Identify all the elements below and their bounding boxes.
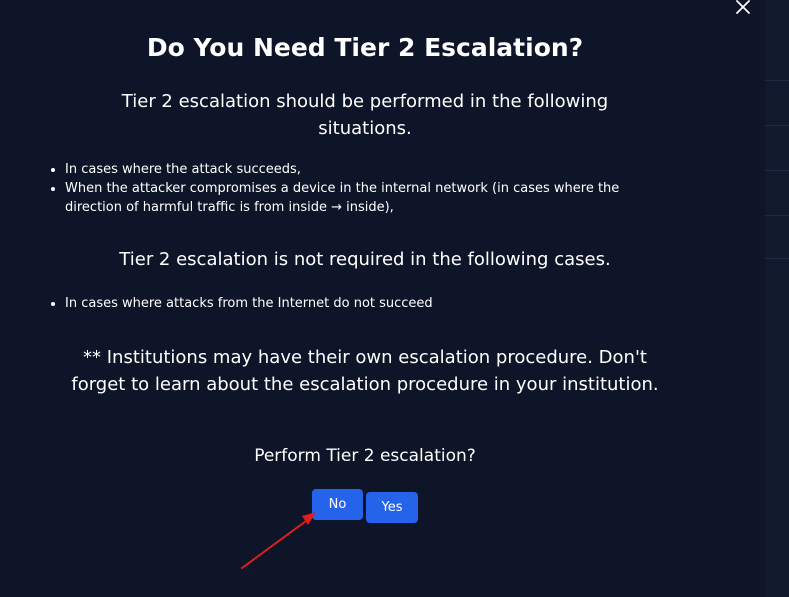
escalation-dialog: Do You Need Tier 2 Escalation? Tier 2 es…	[0, 0, 765, 597]
escalation-question: Perform Tier 2 escalation?	[254, 446, 476, 466]
divider	[765, 125, 789, 126]
divider	[765, 258, 789, 259]
list-item: In cases where attacks from the Internet…	[65, 294, 665, 313]
not-required-heading: Tier 2 escalation is not required in the…	[119, 249, 611, 270]
dialog-title: Do You Need Tier 2 Escalation?	[146, 33, 584, 62]
institution-note: ** Institutions may have their own escal…	[71, 347, 659, 395]
red-arrow	[241, 512, 316, 569]
divider	[765, 80, 789, 81]
background-panel-edge	[765, 0, 789, 597]
not-required-list: In cases where attacks from the Internet…	[48, 294, 665, 313]
list-item: In cases where the attack succeeds,	[65, 160, 655, 179]
divider	[765, 170, 789, 171]
list-item: When the attacker compromises a device i…	[65, 179, 655, 217]
yes-button[interactable]: Yes	[366, 492, 418, 523]
divider	[765, 215, 789, 216]
close-button[interactable]	[730, 0, 756, 20]
situations-intro: Tier 2 escalation should be performed in…	[121, 91, 609, 139]
close-icon	[736, 0, 750, 14]
situations-list: In cases where the attack succeeds, When…	[48, 160, 655, 217]
